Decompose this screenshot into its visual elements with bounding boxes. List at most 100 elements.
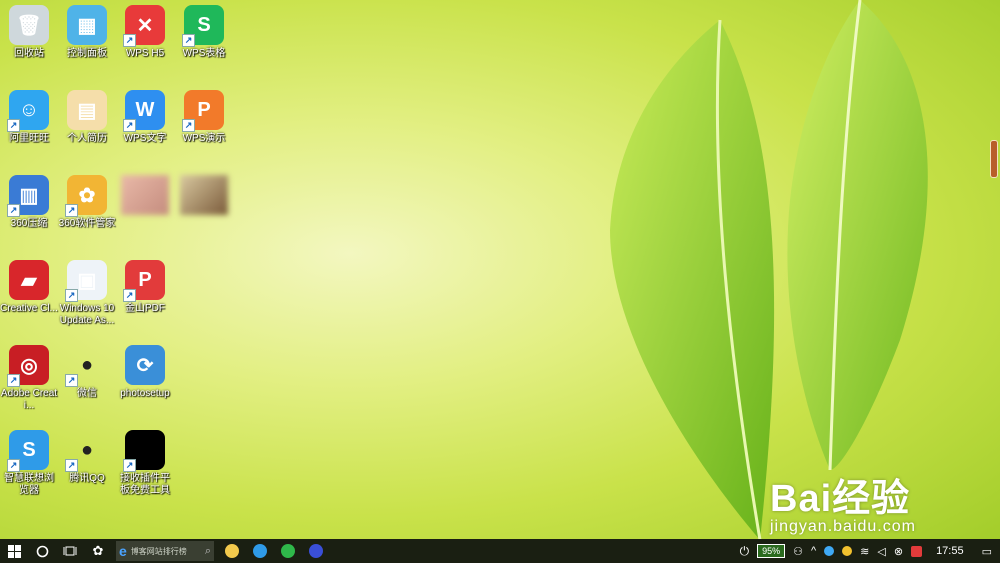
desktop-icon-label: 360软件管家 (58, 218, 116, 229)
desktop-icon[interactable]: ▤ 个人简历 (58, 90, 116, 145)
desktop-icon-label: WPS表格 (182, 48, 226, 59)
notification-center-icon[interactable]: ▭ (974, 539, 1000, 563)
qq-icon: ● ↗ (65, 430, 107, 472)
kingsoft-pdf-icon: P ↗ (123, 260, 165, 302)
desktop-icon[interactable]: ☺ ↗ 阿里旺旺 (0, 90, 58, 145)
battery-percent: 95% (757, 544, 786, 558)
desktop-icon-label: photosetup (120, 388, 170, 399)
image-thumbnail-icon (121, 175, 169, 215)
start-button[interactable] (0, 539, 28, 563)
wifi-icon[interactable]: ≋ (856, 539, 873, 563)
wps-tray-icon[interactable] (907, 539, 926, 563)
desktop-icon-label: 控制面板 (67, 48, 107, 59)
blurred-image-file-icon[interactable] (116, 175, 174, 215)
360-tray-icon[interactable] (820, 539, 838, 563)
shortcut-arrow-icon: ↗ (182, 119, 195, 132)
blocked-icon[interactable]: ⊗ (890, 539, 907, 563)
desktop-icon-label: 360压缩 (10, 218, 48, 229)
shortcut-arrow-icon: ↗ (65, 289, 78, 302)
desktop-icon[interactable]: ✿ ↗ 360软件管家 (58, 175, 116, 230)
shortcut-arrow-icon: ↗ (123, 34, 136, 47)
shortcut-arrow-icon: ↗ (7, 119, 20, 132)
desktop-icon-label: 腾讯QQ (69, 473, 105, 484)
wps-writer-icon: W ↗ (123, 90, 165, 132)
desktop-icon-label: 个人简历 (67, 133, 107, 144)
desktop-icon[interactable]: ◎ ↗ Adobe Creati... (0, 345, 58, 412)
task-view-icon (63, 546, 77, 556)
desktop-icon-label: Windows 10 Update As... (59, 303, 115, 326)
desktop-icon-label: Creative Cl... (0, 303, 58, 314)
desktop-icon[interactable]: ● ↗ 微信 (58, 345, 116, 400)
taskbar: ✿ e 博客网站排行榜 ⌕ ⏻ 95% ⚇ ^ ≋ ◁ ⊗ 17:55 ▭ (0, 539, 1000, 563)
desktop-icon[interactable]: S ↗ 智慧联想浏览器 (0, 430, 58, 497)
desktop-icon[interactable]: ▰ Creative Cl... (0, 260, 58, 315)
windows-logo-icon (7, 544, 21, 558)
shortcut-arrow-icon: ↗ (123, 119, 136, 132)
desktop-icon-label: 回收站 (14, 48, 44, 59)
desktop-icon[interactable]: ⟳ photosetup (116, 345, 174, 400)
desktop-icon[interactable]: P ↗ WPS演示 (175, 90, 233, 145)
folder-icon: ▤ (67, 90, 107, 130)
taskbar-app-button[interactable] (302, 539, 330, 563)
desktop-icon[interactable]: ▦ 控制面板 (58, 5, 116, 60)
desktop-icon[interactable]: ▣ ↗ Windows 10 Update As... (58, 260, 116, 327)
adobe-cc-icon: ◎ ↗ (7, 345, 49, 387)
360-zip-icon: ▥ ↗ (7, 175, 49, 217)
desktop-icon[interactable]: P ↗ 金山PDF (116, 260, 174, 315)
aliwangwang-icon: ☺ ↗ (7, 90, 49, 132)
desktop-icon[interactable]: S ↗ WPS表格 (175, 5, 233, 60)
taskbar-search-box[interactable]: e 博客网站排行榜 ⌕ (116, 541, 214, 561)
taskbar-app-button[interactable] (246, 539, 274, 563)
baidu-watermark-url: jingyan.baidu.com (770, 518, 916, 535)
shortcut-arrow-icon: ↗ (123, 289, 136, 302)
desktop-icon-label: 微信 (77, 388, 97, 399)
360-browser-icon (281, 544, 295, 558)
recycle-bin-icon: 🗑 (9, 5, 49, 45)
wps-h5-icon: ✕ ↗ (123, 5, 165, 47)
windows-update-icon: ▣ ↗ (65, 260, 107, 302)
taskbar-app-button[interactable] (274, 539, 302, 563)
desktop-icon[interactable]: ▥ ↗ 360压缩 (0, 175, 58, 230)
desktop-icon[interactable]: W ↗ WPS文字 (116, 90, 174, 145)
side-gauge-widget[interactable] (990, 140, 998, 178)
image-thumbnail-icon (180, 175, 228, 215)
file-explorer-icon (225, 544, 239, 558)
edge-icon: e (119, 543, 127, 559)
pinwheel-app-button[interactable]: ✿ (84, 539, 112, 563)
shortcut-arrow-icon: ↗ (65, 459, 78, 472)
desktop-icon[interactable]: ● ↗ 腾讯QQ (58, 430, 116, 485)
blurred-image-file-icon[interactable] (175, 175, 233, 215)
baidu-app-icon (309, 544, 323, 558)
desktop-icon[interactable]: ↗ 接收插件平板免费工具 (116, 430, 174, 497)
black-app-icon: ↗ (123, 430, 165, 472)
desktop-icon-label: 阿里旺旺 (9, 133, 49, 144)
desktop-icon-label: 智慧联想浏览器 (4, 473, 54, 496)
desktop-icon[interactable]: 🗑 回收站 (0, 5, 58, 60)
desktop-icon-label: 接收插件平板免费工具 (120, 473, 170, 496)
desktop-icon-label: Adobe Creati... (0, 388, 58, 411)
desktop-icon[interactable]: ✕ ↗ WPS H5 (116, 5, 174, 60)
search-icon: ⌕ (204, 544, 211, 557)
shortcut-arrow-icon: ↗ (65, 204, 78, 217)
shortcut-arrow-icon: ↗ (123, 459, 136, 472)
wps-sheet-icon: S ↗ (182, 5, 224, 47)
pinwheel-icon: ✿ (92, 543, 104, 558)
taskbar-app-button[interactable] (218, 539, 246, 563)
security-tray-icon[interactable] (838, 539, 856, 563)
lenovo-browser-icon (253, 544, 267, 558)
360-software-icon: ✿ ↗ (65, 175, 107, 217)
clock[interactable]: 17:55 (926, 545, 974, 557)
battery-indicator[interactable]: 95% (753, 539, 789, 563)
task-view-button[interactable] (56, 539, 84, 563)
volume-icon[interactable]: ◁ (873, 539, 889, 563)
show-hidden-icons-chevron[interactable]: ^ (807, 539, 820, 563)
shortcut-arrow-icon: ↗ (7, 374, 20, 387)
wechat-icon: ● ↗ (65, 345, 107, 387)
browser-icon: S ↗ (7, 430, 49, 472)
cortana-button[interactable] (28, 539, 56, 563)
desktop-icon-label: WPS文字 (123, 133, 167, 144)
desktop-icon-label: WPS演示 (182, 133, 226, 144)
people-icon[interactable]: ⚇ (789, 539, 807, 563)
creative-cloud-icon: ▰ (9, 260, 49, 300)
power-plug-icon[interactable]: ⏻ (736, 539, 754, 563)
